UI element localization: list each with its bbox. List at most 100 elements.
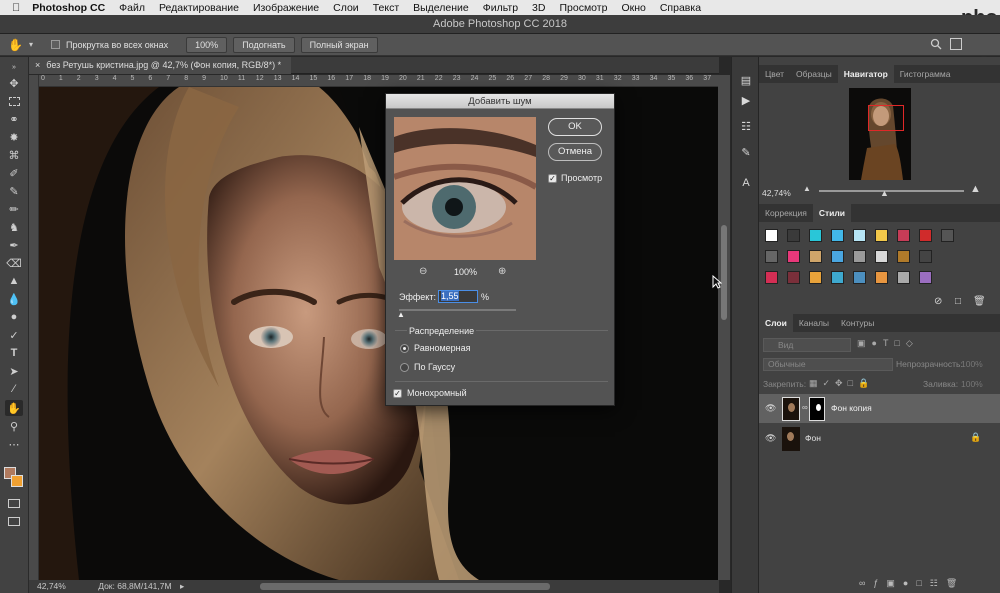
layer-kind-filter[interactable]: Вид (763, 338, 851, 352)
menu-file[interactable]: Файл (119, 2, 145, 14)
style-swatch[interactable] (765, 229, 778, 242)
lasso-tool-icon[interactable]: ⚭ (5, 111, 23, 127)
style-swatch[interactable] (897, 250, 910, 263)
preview-zoom-in-icon[interactable]: ⊕ (498, 266, 506, 277)
history-brush-tool-icon[interactable]: ✒ (5, 237, 23, 253)
navigator-slider-handle[interactable]: ▲ (880, 188, 889, 198)
gaussian-radio[interactable] (400, 363, 409, 372)
tab-layers[interactable]: Слои (759, 314, 793, 332)
clone-stamp-tool-icon[interactable]: ♞ (5, 219, 23, 235)
preview-pane[interactable] (394, 117, 536, 260)
status-zoom[interactable]: 42,74% (37, 581, 66, 591)
paint-bucket-tool-icon[interactable]: ▲ (5, 273, 23, 289)
quick-select-tool-icon[interactable]: ✸ (5, 129, 23, 145)
style-swatch[interactable] (853, 229, 866, 242)
menu-select[interactable]: Выделение (413, 2, 469, 14)
document-tab[interactable]: × без Ретушь кристина.jpg @ 42,7% (Фон ко… (29, 57, 292, 74)
character-panel-icon[interactable]: A (738, 175, 754, 191)
quick-mask-icon[interactable] (5, 495, 23, 511)
blend-mode-select[interactable]: Обычные (763, 358, 893, 371)
menu-type[interactable]: Текст (373, 2, 399, 14)
properties-panel-icon[interactable]: ☷ (738, 119, 754, 135)
navigator-view-box[interactable] (868, 105, 904, 131)
fill-value[interactable]: 100% (961, 379, 983, 389)
style-swatch[interactable] (941, 229, 954, 242)
zoom-in-icon[interactable]: ▲ (970, 183, 981, 195)
zoom-tool-icon[interactable]: ⚲ (5, 418, 23, 434)
tab-navigator[interactable]: Навигатор (837, 65, 894, 83)
style-swatch[interactable] (853, 250, 866, 263)
amount-input[interactable]: 1,55 (438, 290, 478, 303)
blur-tool-icon[interactable]: 💧 (5, 291, 23, 307)
amount-slider-handle[interactable]: ▲ (397, 310, 405, 319)
ok-button[interactable]: OK (548, 118, 602, 136)
clear-style-icon[interactable]: ⊘ (934, 296, 942, 307)
tab-styles[interactable]: Стили (812, 204, 851, 222)
crop-tool-icon[interactable]: ⌘ (5, 147, 23, 163)
navigator-zoom-value[interactable]: 42,74% (762, 188, 791, 198)
zoom-100-button[interactable]: 100% (186, 36, 228, 53)
delete-style-icon[interactable]: 🗑 (973, 296, 986, 307)
style-swatch[interactable] (765, 271, 778, 284)
navigator-thumbnail[interactable] (849, 88, 911, 180)
path-select-tool-icon[interactable]: ➤ (5, 363, 23, 379)
style-swatch[interactable] (787, 271, 800, 284)
type-tool-icon[interactable]: T (5, 345, 23, 361)
fit-screen-button[interactable]: Подогнать (233, 36, 295, 53)
style-swatch[interactable] (809, 250, 822, 263)
style-swatch[interactable] (809, 271, 822, 284)
style-swatch[interactable] (919, 250, 932, 263)
history-panel-icon[interactable]: ▤ (738, 73, 754, 89)
menu-edit[interactable]: Редактирование (159, 2, 239, 14)
style-swatch[interactable] (853, 271, 866, 284)
preview-zoom-out-icon[interactable]: ⊖ (419, 266, 427, 277)
style-swatch[interactable] (919, 271, 932, 284)
status-arrow-icon[interactable]: ▸ (180, 581, 184, 591)
zoom-out-icon[interactable]: ▲ (803, 184, 811, 193)
navigator-zoom-slider[interactable] (819, 190, 964, 192)
style-swatch[interactable] (875, 229, 888, 242)
style-swatch[interactable] (765, 250, 778, 263)
preview-checkbox[interactable]: ✓ (548, 174, 557, 183)
close-tab-icon[interactable]: × (35, 60, 40, 70)
monochrome-checkbox[interactable]: ✓ (393, 389, 402, 398)
scroll-all-windows-checkbox[interactable] (50, 40, 60, 49)
lock-icons[interactable]: ▦✓✥□🔒 (809, 378, 874, 389)
tab-channels[interactable]: Каналы (793, 314, 835, 332)
brush-tool-icon[interactable]: ✏ (5, 201, 23, 217)
style-swatch[interactable] (897, 229, 910, 242)
eyedropper-tool-icon[interactable]: ✐ (5, 165, 23, 181)
tab-swatches[interactable]: Образцы (790, 65, 838, 83)
full-screen-button[interactable]: Полный экран (300, 36, 378, 53)
pen-tool-icon[interactable]: ✓ (5, 327, 23, 343)
style-swatch[interactable] (787, 229, 800, 242)
document-canvas[interactable] (39, 87, 718, 580)
eraser-tool-icon[interactable]: ⌫ (5, 255, 23, 271)
chain-link-icon[interactable]: ∞ (802, 403, 808, 412)
tab-color[interactable]: Цвет (759, 65, 790, 83)
actions-panel-icon[interactable]: ▶ (738, 93, 754, 109)
opacity-value[interactable]: 100% (961, 359, 983, 369)
visibility-eye-icon[interactable]: 👁 (765, 433, 776, 444)
scroll-thumb[interactable] (721, 225, 727, 320)
style-swatch[interactable] (831, 271, 844, 284)
menu-image[interactable]: Изображение (253, 2, 319, 14)
tab-histogram[interactable]: Гистограмма (894, 65, 957, 83)
healing-brush-tool-icon[interactable]: ✎ (5, 183, 23, 199)
uniform-radio[interactable] (400, 344, 409, 353)
layer-row-bg[interactable]: 👁 Фон 🔒 (759, 424, 1000, 453)
layer-mask-thumbnail[interactable] (809, 397, 825, 421)
background-color-swatch[interactable] (11, 475, 23, 487)
style-swatch[interactable] (787, 250, 800, 263)
style-swatch[interactable] (875, 250, 888, 263)
workspace-icon[interactable] (950, 38, 962, 50)
tool-preset-chevron-icon[interactable]: ▾ (29, 40, 33, 49)
style-swatch[interactable] (897, 271, 910, 284)
marquee-tool-icon[interactable] (5, 93, 23, 109)
layer-filter-icons[interactable]: ▣●T□◇ (857, 338, 967, 352)
move-tool-icon[interactable]: ✥ (5, 75, 23, 91)
horizontal-scrollbar[interactable] (260, 583, 550, 590)
menu-filter[interactable]: Фильтр (483, 2, 518, 14)
menu-3d[interactable]: 3D (532, 2, 545, 14)
apple-icon[interactable]:  (12, 2, 20, 14)
